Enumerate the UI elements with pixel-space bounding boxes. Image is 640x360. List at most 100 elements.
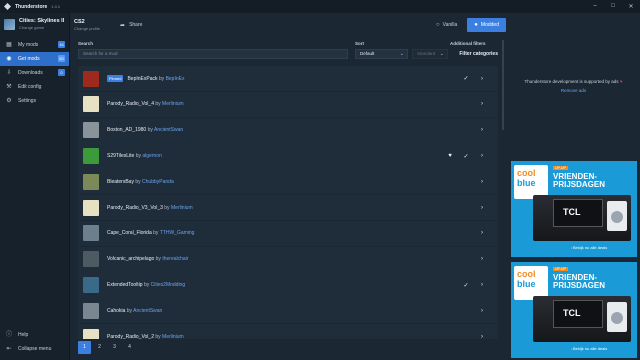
mod-author[interactable]: Merlinium: [162, 334, 184, 339]
logo-text-top: cool: [517, 269, 536, 279]
change-profile-link[interactable]: Change profile: [74, 26, 100, 31]
chevron-right-icon[interactable]: ›: [474, 205, 490, 211]
by-label: by: [135, 178, 141, 185]
mod-thumbnail: [83, 251, 99, 268]
ad-banner[interactable]: cool blue UP-UP VRIENDEN-PRIJSDAGEN TCL …: [511, 161, 637, 257]
row-actions: ✓ ›: [458, 272, 490, 297]
page-button[interactable]: 2: [93, 341, 106, 354]
ad-label: UP-UP: [553, 166, 568, 170]
modded-button[interactable]: ● Modded: [467, 18, 506, 32]
mod-row[interactable]: Parody_Radio_V3_Vol_3 by Merlinium ›: [78, 194, 498, 221]
ad-product-image: TCL: [533, 195, 631, 241]
heart-icon[interactable]: ♥: [442, 153, 458, 159]
title-bar: Thunderstore 1.0.1 – □ ✕: [0, 0, 640, 13]
mod-author[interactable]: algernon: [142, 153, 161, 159]
game-selector[interactable]: Cities: Skylines II Change game: [0, 13, 69, 35]
sidebar-item-collapse-menu[interactable]: ⇤ Collapse menu: [0, 342, 70, 356]
app-title: Thunderstore: [15, 3, 48, 10]
check-icon: ✓: [463, 282, 469, 289]
mod-row[interactable]: Parody_Radio_Vol_4 by Merlinium ›: [78, 91, 498, 118]
chevron-right-icon[interactable]: ›: [474, 76, 490, 82]
share-button[interactable]: ➦ Share: [120, 22, 142, 29]
washing-machine-image: [607, 201, 627, 231]
sidebar-item-get-mods[interactable]: ◉ Get mods 50: [0, 52, 69, 66]
vanilla-button[interactable]: ○ Vanilla: [436, 22, 457, 28]
change-game-link[interactable]: Change game: [19, 25, 64, 30]
mod-name: Cape_Coral_Florida: [107, 230, 152, 237]
chevron-right-icon[interactable]: ›: [474, 153, 490, 159]
mod-row[interactable]: ExtendedTooltip by Cities2Modding ✓ ›: [78, 272, 498, 298]
sidebar-item-label: My mods: [18, 42, 39, 48]
mod-author[interactable]: Cities2Modding: [151, 282, 185, 288]
launch-buttons: ○ Vanilla ● Modded: [436, 18, 506, 32]
game-thumbnail: [4, 18, 15, 30]
row-actions: ›: [474, 324, 490, 339]
close-icon[interactable]: ✕: [622, 3, 640, 10]
profile-selector[interactable]: CS2 Change profile: [74, 19, 100, 31]
mod-name: Volcanic_archipelago: [107, 256, 155, 263]
chevron-right-icon[interactable]: ›: [474, 256, 490, 262]
mod-row[interactable]: Volcanic_archipelago by therealchair ›: [78, 246, 498, 272]
sort-direction-select[interactable]: Standard ⌄: [412, 49, 448, 59]
mod-author[interactable]: Merlinium: [171, 205, 193, 211]
page-button[interactable]: 4: [123, 341, 136, 354]
chevron-right-icon[interactable]: ›: [474, 334, 490, 339]
by-label: by: [155, 333, 161, 339]
page-button[interactable]: 3: [108, 341, 121, 354]
sidebar-item-downloads[interactable]: ⇩ Downloads 0: [0, 66, 69, 80]
sidebar-item-settings[interactable]: ⚙ Settings: [0, 94, 69, 108]
chevron-right-icon[interactable]: ›: [474, 282, 490, 288]
mod-author[interactable]: Merlinium: [162, 101, 184, 107]
sidebar-bottom: ⓘ Help ⇤ Collapse menu: [0, 328, 70, 356]
chevron-right-icon[interactable]: ›: [474, 127, 490, 133]
ad-cta[interactable]: Bekijk nu alle deals: [571, 245, 607, 250]
mod-row[interactable]: Parody_Radio_Vol_2 by Merlinium ›: [78, 323, 498, 339]
row-actions: ♥ ✓ ›: [442, 143, 490, 168]
mod-name: BepInExPack: [127, 75, 158, 82]
play-icon: ●: [474, 22, 478, 28]
mod-author[interactable]: BepInEx: [166, 76, 185, 82]
sidebar-item-help[interactable]: ⓘ Help: [0, 328, 70, 342]
maximize-icon[interactable]: □: [604, 3, 622, 10]
mod-title: Parody_Radio_V3_Vol_3 by Merlinium: [107, 205, 193, 211]
ad-headline: VRIENDEN-PRIJSDAGEN: [553, 273, 606, 290]
mod-row[interactable]: Pinned BepInExPack by BepInEx ✓ ›: [78, 66, 498, 92]
mod-author[interactable]: therealchair: [162, 256, 188, 262]
mod-author[interactable]: ChubbyPanda: [142, 179, 174, 185]
filter-categories-button[interactable]: Filter categories: [452, 49, 498, 59]
mod-author[interactable]: AncientSwan: [133, 308, 162, 314]
remove-ads-link[interactable]: Remove ads: [507, 88, 640, 93]
mod-row[interactable]: Boston_AD_1980 by AncientSwan ›: [78, 117, 498, 143]
count-badge: 16: [58, 41, 65, 48]
sidebar-item-label: Edit config: [18, 84, 42, 90]
chevron-right-icon[interactable]: ›: [474, 179, 490, 185]
by-label: by: [158, 75, 165, 82]
sidebar-item-my-mods[interactable]: ▦ My mods 16: [0, 38, 69, 52]
mod-row[interactable]: S29TilesLite by algernon ♥ ✓ ›: [78, 143, 498, 169]
minimize-icon[interactable]: –: [586, 3, 604, 10]
mod-author[interactable]: TTHW_Gaming: [160, 230, 195, 236]
mod-author[interactable]: AncientSwan: [154, 127, 183, 133]
mod-name: BleatersBay: [107, 178, 134, 185]
sidebar-item-edit-config[interactable]: ⚒ Edit config: [0, 80, 69, 94]
coolblue-logo: cool blue: [514, 165, 548, 199]
mod-row[interactable]: Cahokia by AncientSwan ›: [78, 298, 498, 324]
mod-name: S29TilesLite: [107, 153, 135, 160]
page-button[interactable]: 1: [78, 341, 91, 354]
row-actions: ✓ ›: [458, 66, 490, 91]
sort-select[interactable]: Default ⌄: [355, 49, 408, 59]
mod-row[interactable]: BleatersBay by ChubbyPanda ›: [78, 169, 498, 195]
ad-banner[interactable]: cool blue UP-UP VRIENDEN-PRIJSDAGEN TCL …: [511, 262, 637, 358]
chevron-right-icon[interactable]: ›: [474, 230, 490, 236]
sidebar-item-label: Get mods: [18, 56, 40, 62]
mod-name: Parody_Radio_Vol_2: [107, 333, 154, 339]
sort-label: Sort: [355, 41, 364, 46]
search-input[interactable]: Search for a mod: [78, 49, 348, 59]
chevron-right-icon[interactable]: ›: [474, 101, 490, 107]
scrollbar-thumb[interactable]: [502, 40, 504, 130]
wrench-icon: ⚒: [6, 84, 12, 90]
ad-cta[interactable]: Bekijk nu alle deals: [571, 346, 607, 351]
mod-row[interactable]: Cape_Coral_Florida by TTHW_Gaming ›: [78, 220, 498, 247]
chevron-right-icon[interactable]: ›: [474, 308, 490, 314]
sort-value: Default: [360, 51, 375, 56]
